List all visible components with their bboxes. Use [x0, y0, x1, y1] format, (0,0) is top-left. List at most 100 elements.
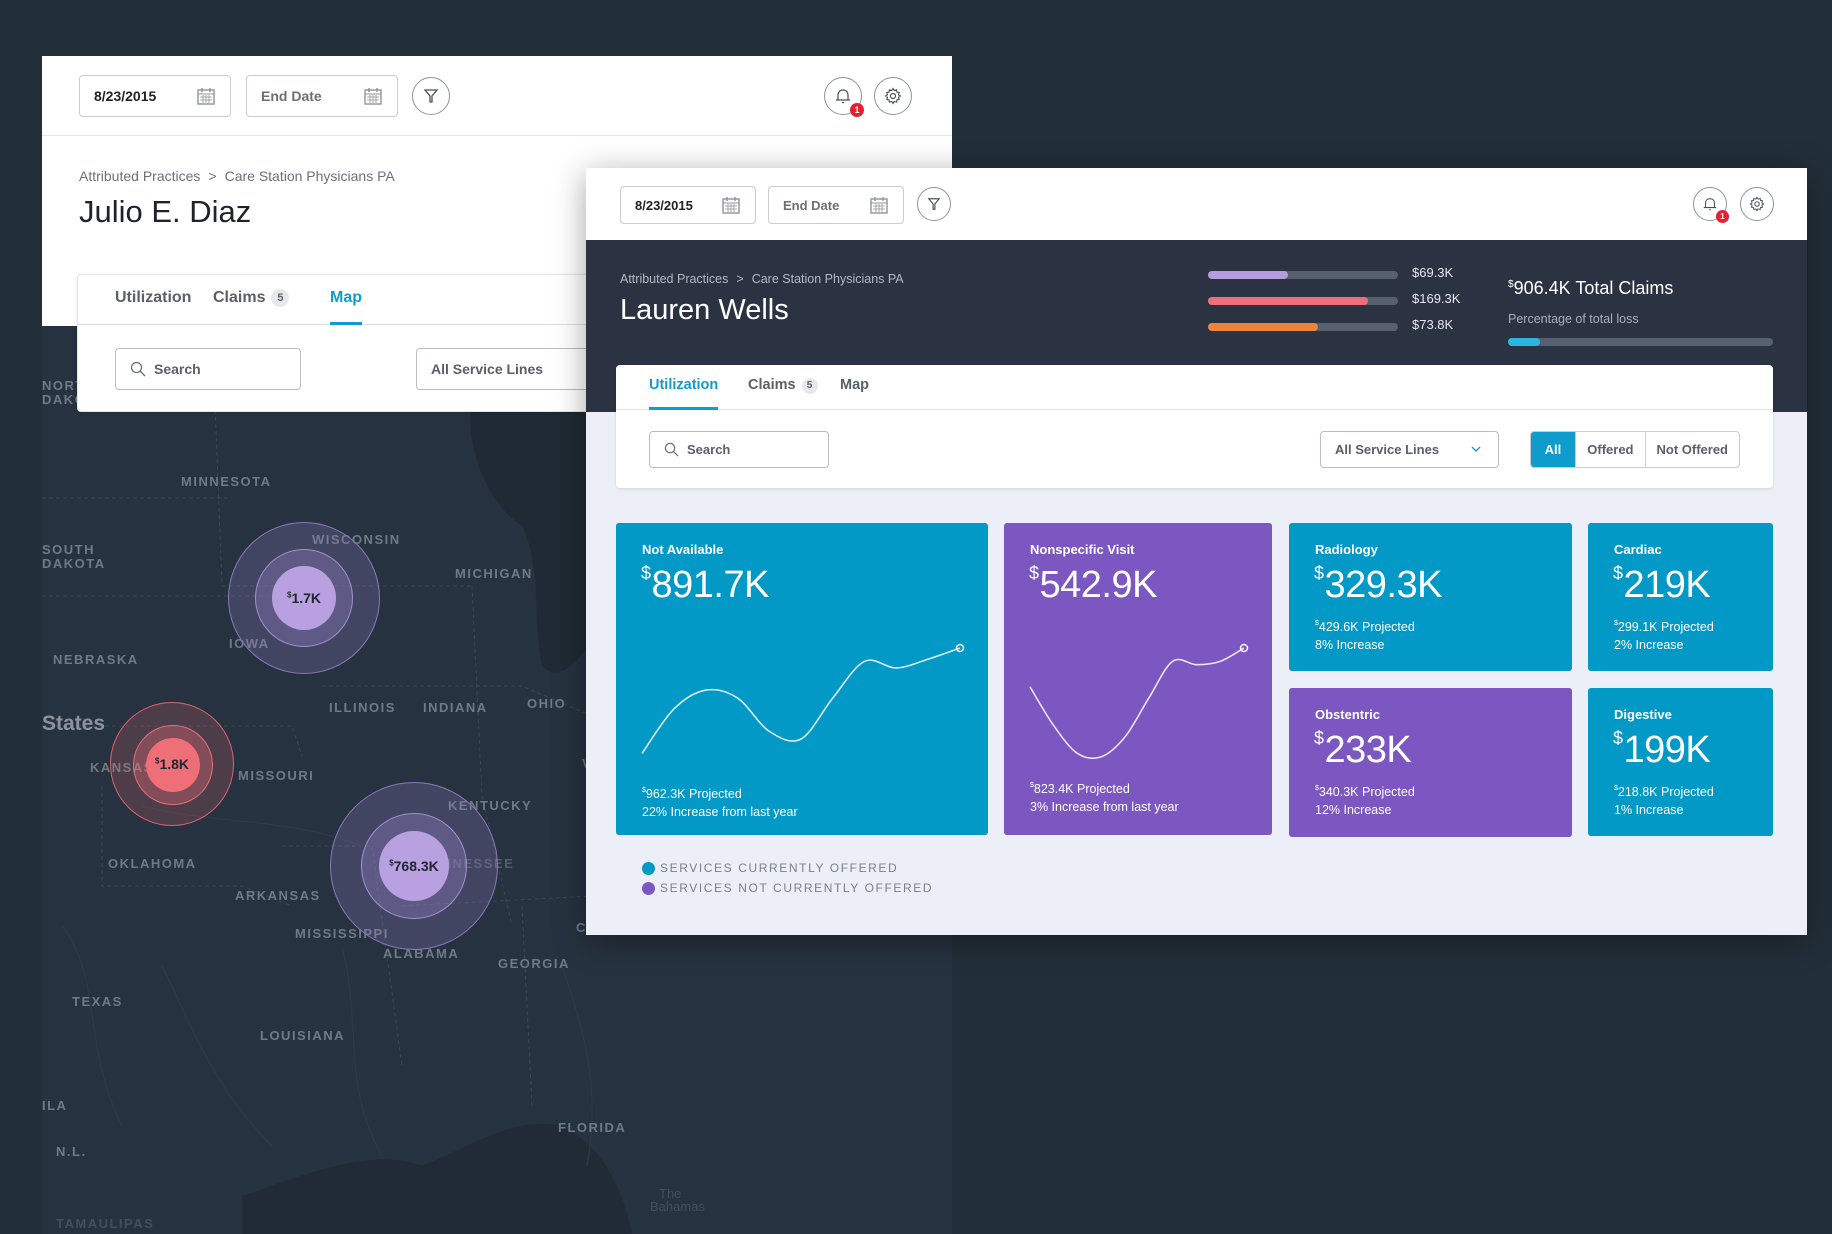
card-projected: $299.1K Projected	[1614, 620, 1714, 634]
legend-item-offered: SERVICES CURRENTLY OFFERED	[642, 861, 898, 875]
tab-claims[interactable]: Claims 5	[213, 289, 290, 325]
map-label: GEORGIA	[498, 956, 570, 971]
notification-badge: 1	[850, 103, 864, 117]
settings-button[interactable]	[1740, 187, 1774, 221]
map-label: TAMAULIPAS	[56, 1216, 155, 1231]
map-label: TEXAS	[72, 994, 123, 1009]
card-projected: $429.6K Projected	[1315, 620, 1415, 634]
notifications-button[interactable]: 1	[1693, 187, 1729, 223]
card-increase: 1% Increase	[1614, 803, 1684, 817]
calendar-icon	[722, 197, 740, 214]
marker-value: $1.7K	[286, 590, 322, 606]
legend-item-not-offered: SERVICES NOT CURRENTLY OFFERED	[642, 881, 933, 895]
start-date-input[interactable]: 8/23/2015	[79, 75, 231, 117]
map-label: MISSOURI	[238, 768, 315, 783]
segment-offered[interactable]: Offered	[1575, 432, 1644, 467]
map-label: FLORIDA	[558, 1120, 627, 1135]
breadcrumb-item[interactable]: Attributed Practices	[620, 272, 728, 286]
filter-button[interactable]	[917, 187, 951, 221]
notifications-button[interactable]: 1	[824, 77, 864, 117]
map-label: DAKOTA	[42, 556, 106, 571]
card-title: Cardiac	[1614, 542, 1662, 557]
back-window-tab-card: Utilization Claims 5 Map Search All Servi…	[77, 274, 656, 412]
segment-all[interactable]: All	[1530, 432, 1576, 467]
search-icon	[130, 361, 146, 377]
loss-label: Percentage of total loss	[1508, 312, 1639, 326]
calendar-icon	[870, 197, 888, 214]
service-card[interactable]: Digestive $199K $218.8K Projected 1% Inc…	[1588, 688, 1773, 836]
service-lines-select[interactable]: All Service Lines	[1320, 431, 1499, 468]
bar-fill	[1208, 323, 1319, 331]
segment-not-offered[interactable]: Not Offered	[1644, 432, 1739, 467]
page-title: Julio E. Diaz	[79, 194, 252, 229]
bar-label: $73.8K	[1412, 317, 1454, 332]
end-date-input[interactable]: End Date	[768, 186, 904, 224]
map-label-country: States	[42, 712, 106, 735]
map-label: ARKANSAS	[235, 888, 321, 903]
breadcrumb-item[interactable]: Attributed Practices	[79, 168, 200, 184]
end-date-placeholder: End Date	[261, 88, 322, 104]
settings-button[interactable]	[874, 77, 912, 115]
tab-map[interactable]: Map	[330, 289, 362, 325]
tab-bar: Utilization Claims 5 Map	[78, 275, 636, 325]
card-increase: 12% Increase	[1315, 803, 1392, 817]
tab-map[interactable]: Map	[840, 377, 869, 410]
card-increase: 2% Increase	[1614, 638, 1684, 652]
sparkline-line	[1029, 647, 1245, 760]
claims-bar: $169.3K	[1208, 291, 1460, 307]
service-card[interactable]: Not Available $891.7K $962.3K Projected …	[616, 523, 988, 835]
map-label: SOUTH	[42, 542, 95, 557]
service-card[interactable]: Radiology $329.3K $429.6K Projected 8% I…	[1289, 523, 1572, 671]
marker-value: $768.3K	[389, 858, 439, 874]
breadcrumb-item[interactable]: Care Station Physicians PA	[752, 272, 904, 286]
legend-swatch	[642, 861, 655, 875]
legend-swatch	[642, 881, 655, 895]
card-value: $219K	[1613, 563, 1711, 606]
map-marker[interactable]: $1.7K	[228, 522, 380, 674]
service-card[interactable]: Obstentric $233K $340.3K Projected 12% I…	[1289, 688, 1572, 837]
search-input[interactable]: Search	[115, 348, 301, 390]
start-date-input[interactable]: 8/23/2015	[620, 186, 756, 224]
sparkline-line	[641, 647, 961, 754]
card-value: $199K	[1613, 728, 1711, 771]
offered-filter-segmented-control: All Offered Not Offered	[1529, 431, 1740, 468]
map-marker[interactable]: $1.8K	[110, 702, 234, 826]
front-window-tab-card: Utilization Claims 5 Map Search All Servi…	[616, 365, 1773, 488]
search-input[interactable]: Search	[649, 431, 829, 468]
start-date-value: 8/23/2015	[635, 197, 693, 213]
tab-utilization[interactable]: Utilization	[115, 289, 191, 325]
breadcrumb: Attributed Practices > Care Station Physic…	[79, 168, 395, 184]
card-projected: $962.3K Projected	[642, 787, 742, 801]
bar-track	[1208, 297, 1398, 305]
map-label: NEBRASKA	[53, 652, 139, 667]
page-title: Lauren Wells	[620, 294, 789, 326]
loss-progress	[1508, 338, 1773, 346]
service-card[interactable]: Cardiac $219K $299.1K Projected 2% Incre…	[1588, 523, 1773, 671]
map-label: ILLINOIS	[329, 700, 396, 715]
bar-label: $69.3K	[1412, 265, 1454, 280]
card-title: Obstentric	[1315, 707, 1381, 722]
breadcrumb-item[interactable]: Care Station Physicians PA	[225, 168, 395, 184]
map-label: LOUISIANA	[260, 1028, 345, 1043]
map-label: INDIANA	[423, 700, 488, 715]
search-icon	[664, 442, 679, 457]
end-date-input[interactable]: End Date	[246, 75, 398, 117]
tab-claims[interactable]: Claims 5	[748, 377, 818, 410]
marker-value: $1.8K	[154, 756, 190, 772]
map-label: MINNESOTA	[181, 474, 272, 489]
search-placeholder: Search	[154, 361, 201, 377]
filter-button[interactable]	[412, 77, 450, 115]
service-card[interactable]: Nonspecific Visit $542.9K $823.4K Projec…	[1004, 523, 1272, 835]
gear-icon	[884, 87, 902, 105]
service-lines-value: All Service Lines	[1335, 442, 1440, 457]
tab-utilization[interactable]: Utilization	[649, 377, 719, 410]
map-marker[interactable]: $768.3K	[330, 782, 498, 950]
top-toolbar: 8/23/2015 End Date 1	[586, 168, 1807, 240]
map-label: OHIO	[527, 696, 567, 711]
map-label: Bahamas	[650, 1199, 705, 1214]
breadcrumb-separator: >	[208, 168, 217, 184]
card-value: $329.3K	[1314, 563, 1442, 606]
tab-bar: Utilization Claims 5 Map	[616, 365, 1773, 410]
card-title: Digestive	[1614, 707, 1672, 722]
bar-label: $169.3K	[1412, 291, 1461, 306]
